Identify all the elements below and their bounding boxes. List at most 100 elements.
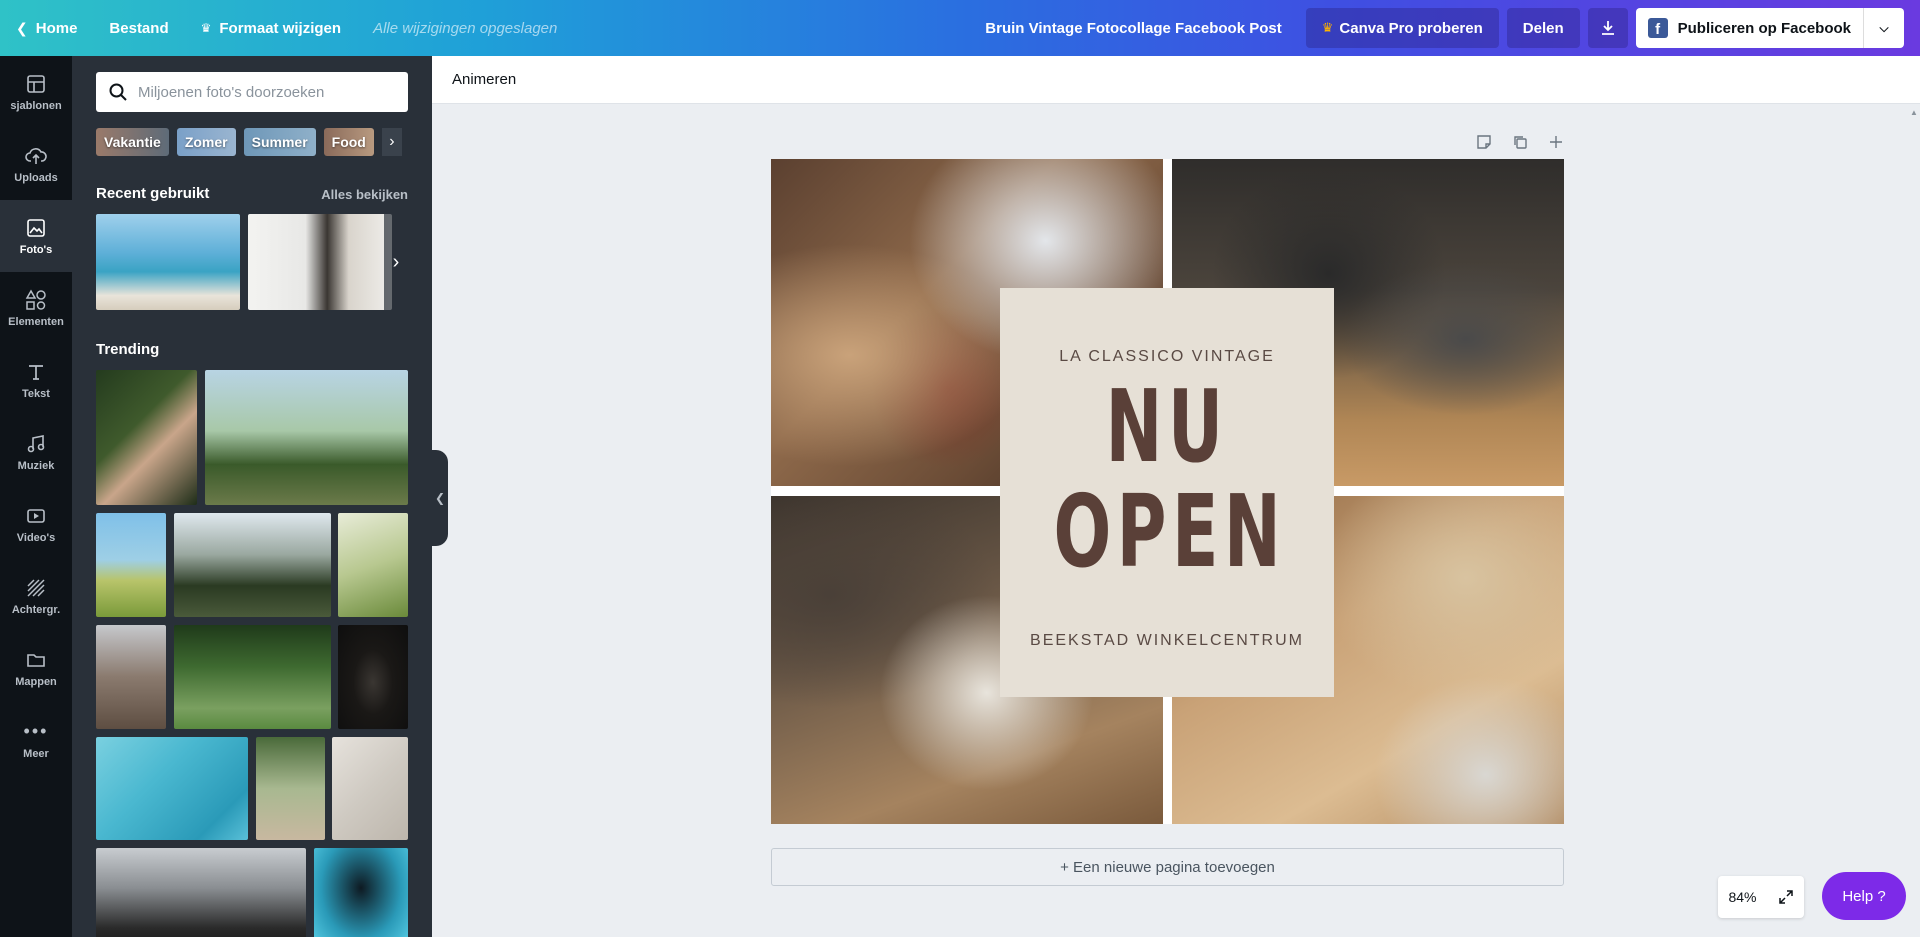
editor-toolbar: Animeren: [432, 56, 1920, 104]
rail-more[interactable]: ••• Meer: [0, 704, 72, 776]
text-icon: [29, 365, 43, 380]
design-headline-line2[interactable]: OPEN: [1053, 473, 1280, 590]
rail-elements[interactable]: Elementen: [0, 272, 72, 344]
trending-photo[interactable]: [96, 848, 306, 937]
try-pro-button[interactable]: ♛ Canva Pro proberen: [1305, 8, 1499, 48]
background-icon: [27, 579, 45, 597]
resize-label: Formaat wijzigen: [219, 19, 342, 37]
upload-icon: [25, 148, 47, 164]
resize-button[interactable]: ♛ Formaat wijzigen: [185, 0, 357, 56]
category-chips: Vakantie Zomer Summer Food ›: [96, 128, 408, 158]
left-rail: sjablonen Uploads Foto's Elementen Tekst…: [0, 56, 72, 937]
animate-button[interactable]: Animeren: [452, 71, 516, 88]
scroll-up-icon[interactable]: ▲: [1910, 108, 1918, 117]
add-new-page-button[interactable]: + Een nieuwe pagina toevoegen: [771, 848, 1564, 886]
see-all-link[interactable]: Alles bekijken: [321, 187, 408, 202]
rail-label: sjablonen: [10, 100, 62, 112]
publish-label: Publiceren op Facebook: [1677, 19, 1851, 37]
template-icon: [27, 75, 45, 93]
trending-photo[interactable]: [205, 370, 408, 505]
design-canvas[interactable]: LA CLASSICO VINTAGE NU OPEN BEEKSTAD WIN…: [771, 159, 1564, 824]
page-tools: [1466, 128, 1574, 156]
crown-icon: ♛: [1321, 20, 1334, 35]
rail-background[interactable]: Achtergr.: [0, 560, 72, 632]
crown-icon: ♛: [200, 21, 212, 35]
facebook-icon: f: [1647, 18, 1668, 38]
recent-photo[interactable]: [248, 214, 392, 310]
design-subtitle[interactable]: LA CLASSICO VINTAGE: [1000, 348, 1334, 366]
chevron-down-icon[interactable]: ⌵: [1864, 8, 1904, 48]
search-input[interactable]: [138, 83, 408, 101]
save-status: Alle wijzigingen opgeslagen: [373, 19, 558, 37]
share-button[interactable]: Delen: [1506, 8, 1580, 48]
trending-title: Trending: [96, 341, 160, 358]
home-label: Home: [35, 19, 78, 37]
rail-videos[interactable]: Video's: [0, 488, 72, 560]
trending-photo[interactable]: [332, 737, 408, 840]
trending-photo[interactable]: [174, 625, 331, 729]
video-icon: [27, 509, 45, 523]
rail-label: Tekst: [22, 388, 50, 400]
publish-facebook-button[interactable]: f Publiceren op Facebook ⌵: [1635, 8, 1904, 48]
zoom-control[interactable]: 84%: [1718, 876, 1804, 918]
trending-photo[interactable]: [96, 513, 166, 617]
chip-summer[interactable]: Summer: [243, 128, 316, 156]
trending-photo[interactable]: [96, 370, 197, 505]
try-pro-label: Canva Pro proberen: [1339, 19, 1483, 37]
rail-label: Mappen: [15, 676, 57, 688]
chip-zomer[interactable]: Zomer: [176, 128, 236, 156]
trending-photo[interactable]: [338, 513, 408, 617]
chip-vakantie[interactable]: Vakantie: [96, 128, 169, 156]
recent-photo[interactable]: [96, 214, 240, 310]
download-button[interactable]: [1587, 8, 1628, 48]
rail-uploads[interactable]: Uploads: [0, 128, 72, 200]
design-title[interactable]: Bruin Vintage Fotocollage Facebook Post: [969, 20, 1297, 37]
top-bar: ❮ Home Bestand ♛ Formaat wijzigen Alle w…: [0, 0, 1920, 56]
share-label: Delen: [1522, 19, 1564, 37]
more-icon: •••: [23, 721, 49, 741]
rail-templates[interactable]: sjablonen: [0, 56, 72, 128]
photo-search[interactable]: [96, 72, 408, 112]
photos-panel: Vakantie Zomer Summer Food › Recent gebr…: [72, 56, 432, 937]
trending-photo[interactable]: [96, 737, 248, 840]
rail-label: Meer: [23, 748, 49, 760]
canvas-scrollbar[interactable]: ▲: [1908, 104, 1920, 937]
chip-food[interactable]: Food: [323, 128, 374, 156]
file-menu[interactable]: Bestand: [93, 0, 184, 56]
rail-label: Achtergr.: [11, 604, 61, 616]
add-page-icon[interactable]: [1538, 128, 1574, 156]
rail-text[interactable]: Tekst: [0, 344, 72, 416]
fullscreen-icon[interactable]: [1778, 889, 1794, 905]
design-footer[interactable]: BEEKSTAD WINKELCENTRUM: [1000, 632, 1334, 650]
elements-icon: [25, 289, 46, 310]
rail-music[interactable]: Muziek: [0, 416, 72, 488]
photo-icon: [27, 219, 45, 237]
folder-icon: [27, 654, 45, 667]
home-button[interactable]: ❮ Home: [0, 0, 93, 56]
chevron-left-icon: ❮: [434, 491, 446, 505]
rail-folders[interactable]: Mappen: [0, 632, 72, 704]
trending-photo[interactable]: [338, 625, 408, 729]
rail-label: Muziek: [17, 460, 55, 472]
trending-photo[interactable]: [314, 848, 408, 937]
help-button[interactable]: Help ?: [1822, 872, 1906, 920]
rail-label: Foto's: [19, 244, 53, 256]
publish-facebook-main[interactable]: f Publiceren op Facebook: [1636, 8, 1864, 48]
rail-label: Video's: [16, 532, 56, 544]
rail-label: Uploads: [14, 172, 58, 184]
collapse-panel-button[interactable]: ❮: [432, 450, 448, 546]
chevron-right-icon[interactable]: ›: [384, 214, 408, 310]
trending-photo[interactable]: [256, 737, 325, 840]
note-icon[interactable]: [1466, 128, 1502, 156]
download-icon: [1601, 21, 1614, 35]
trending-photo[interactable]: [96, 625, 166, 729]
chevron-right-icon[interactable]: ›: [381, 128, 402, 156]
file-label: Bestand: [109, 19, 169, 37]
trending-photo[interactable]: [174, 513, 331, 617]
design-headline-line1[interactable]: NU: [1053, 368, 1280, 485]
duplicate-icon[interactable]: [1502, 128, 1538, 156]
text-card[interactable]: LA CLASSICO VINTAGE NU OPEN BEEKSTAD WIN…: [1000, 288, 1334, 697]
music-icon: [27, 435, 45, 453]
zoom-level[interactable]: 84%: [1728, 889, 1756, 905]
rail-photos[interactable]: Foto's: [0, 200, 72, 272]
